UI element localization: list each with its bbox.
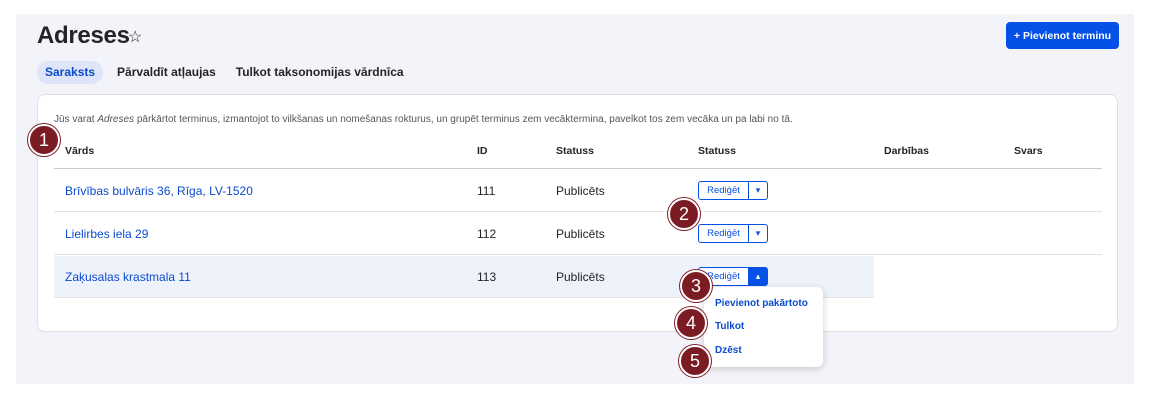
menu-item-delete[interactable]: Dzēst bbox=[715, 345, 742, 356]
term-link[interactable]: Zaķusalas krastmala 11 bbox=[65, 270, 191, 284]
term-id: 112 bbox=[477, 227, 497, 241]
annotation-badge: 4 bbox=[675, 307, 707, 339]
edit-button[interactable]: Rediģēt bbox=[698, 181, 749, 200]
local-tasks-tabs: Saraksts Pārvaldīt atļaujas Tulkot takso… bbox=[37, 61, 416, 84]
term-status: Publicēts bbox=[556, 184, 605, 198]
row-divider bbox=[54, 254, 1102, 255]
vocabulary-name: Adreses bbox=[97, 114, 135, 125]
term-id: 113 bbox=[477, 270, 497, 284]
chevron-down-icon[interactable]: ▾ bbox=[749, 181, 768, 200]
term-id: 111 bbox=[477, 184, 496, 198]
column-header-weight: Svars bbox=[1014, 145, 1043, 157]
column-header-operations: Darbības bbox=[884, 145, 929, 157]
add-term-button[interactable]: + Pievienot terminu bbox=[1006, 22, 1119, 49]
annotation-badge: 5 bbox=[679, 345, 711, 377]
row-divider bbox=[54, 211, 1102, 212]
menu-item-translate[interactable]: Tulkot bbox=[715, 321, 744, 332]
operations-dropbutton: Rediģēt ▾ bbox=[698, 224, 768, 243]
term-status: Publicēts bbox=[556, 227, 605, 241]
annotation-badge: 1 bbox=[28, 124, 60, 156]
term-link[interactable]: Brīvības bulvāris 36, Rīga, LV-1520 bbox=[65, 184, 253, 198]
column-header-status-2: Statuss bbox=[698, 145, 736, 157]
chevron-up-icon[interactable]: ▴ bbox=[749, 267, 768, 286]
annotation-badge: 3 bbox=[680, 270, 712, 302]
tab-translate-vocabulary[interactable]: Tulkot taksonomijas vārdnīca bbox=[228, 61, 412, 84]
edit-button[interactable]: Rediģēt bbox=[698, 224, 749, 243]
tab-manage-permissions[interactable]: Pārvaldīt atļaujas bbox=[109, 61, 224, 84]
column-header-name[interactable]: Vārds bbox=[65, 145, 94, 157]
menu-item-add-child[interactable]: Pievienot pakārtoto bbox=[715, 298, 808, 309]
table-header-divider bbox=[54, 168, 1102, 169]
annotation-badge: 2 bbox=[668, 198, 700, 230]
tab-list[interactable]: Saraksts bbox=[37, 61, 104, 84]
term-link[interactable]: Lielirbes iela 29 bbox=[65, 227, 148, 241]
column-header-id[interactable]: ID bbox=[477, 145, 488, 157]
chevron-down-icon[interactable]: ▾ bbox=[749, 224, 768, 243]
term-status: Publicēts bbox=[556, 270, 605, 284]
help-text: Jūs varat Adreses pārkārtot terminus, iz… bbox=[54, 114, 793, 125]
operations-dropbutton: Rediģēt ▾ bbox=[698, 181, 768, 200]
column-header-status[interactable]: Statuss bbox=[556, 145, 594, 157]
star-outline-icon[interactable]: ☆ bbox=[128, 27, 142, 47]
page-title: Adreses bbox=[37, 22, 130, 49]
